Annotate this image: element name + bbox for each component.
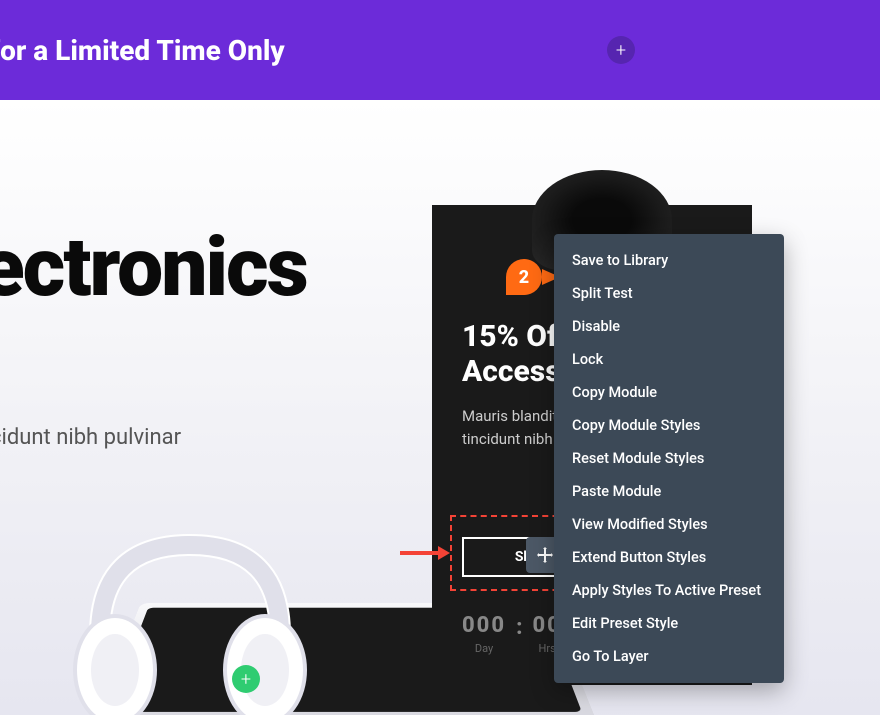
hero-section: ectronics cidunt nibh pulvinar + 15% Off… — [0, 100, 880, 715]
menu-go-to-layer[interactable]: Go To Layer — [554, 640, 784, 673]
banner-text: for a Limited Time Only — [0, 34, 285, 67]
menu-split-test[interactable]: Split Test — [554, 277, 784, 310]
menu-paste-module[interactable]: Paste Module — [554, 475, 784, 508]
menu-lock[interactable]: Lock — [554, 343, 784, 376]
context-menu: Save to Library Split Test Disable Lock … — [554, 234, 784, 683]
menu-copy-module-styles[interactable]: Copy Module Styles — [554, 409, 784, 442]
menu-apply-styles-preset[interactable]: Apply Styles To Active Preset — [554, 574, 784, 607]
arrow-right-icon — [400, 543, 450, 563]
menu-reset-module-styles[interactable]: Reset Module Styles — [554, 442, 784, 475]
hero-title: ectronics — [0, 220, 307, 316]
menu-extend-button-styles[interactable]: Extend Button Styles — [554, 541, 784, 574]
menu-copy-module[interactable]: Copy Module — [554, 376, 784, 409]
move-icon[interactable] — [536, 546, 554, 564]
add-section-button[interactable]: + — [607, 36, 635, 64]
plus-icon: + — [616, 40, 626, 61]
plus-icon: + — [241, 669, 251, 690]
add-module-button[interactable]: + — [232, 665, 260, 693]
menu-disable[interactable]: Disable — [554, 310, 784, 343]
menu-save-to-library[interactable]: Save to Library — [554, 244, 784, 277]
hero-subtitle: cidunt nibh pulvinar — [0, 425, 181, 450]
menu-view-modified-styles[interactable]: View Modified Styles — [554, 508, 784, 541]
callout-marker-2: 2 — [506, 259, 542, 295]
headphones-image — [60, 485, 320, 715]
menu-edit-preset-style[interactable]: Edit Preset Style — [554, 607, 784, 640]
promo-banner: for a Limited Time Only + — [0, 0, 880, 100]
countdown-day: 000 Day — [462, 613, 506, 655]
